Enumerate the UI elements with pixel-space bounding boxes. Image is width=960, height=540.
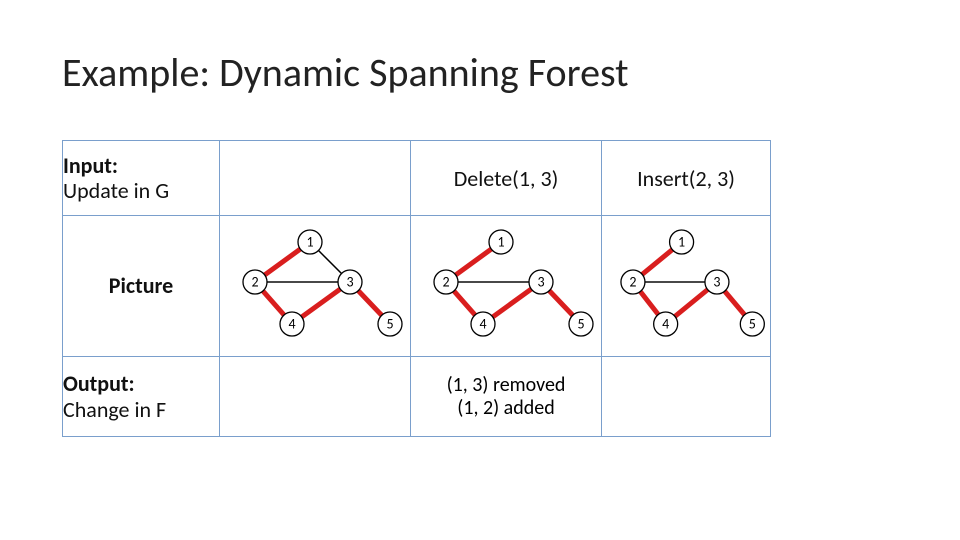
cell-op-delete: Delete(1, 3) — [411, 141, 602, 216]
svg-text:3: 3 — [537, 274, 544, 291]
graph-initial: 1 2 3 4 5 — [220, 216, 410, 356]
cell-output-delete: (1, 3) removed (1, 2) added — [411, 357, 602, 437]
input-label-bold: Input: — [63, 152, 118, 179]
cell-input-header: Input: Update in G — [63, 141, 220, 216]
output-label-bold: Output: — [63, 370, 135, 397]
svg-text:3: 3 — [713, 274, 720, 291]
svg-text:5: 5 — [577, 316, 584, 333]
input-label-sub: Update in G — [63, 177, 169, 204]
cell-output-blank-1 — [220, 357, 411, 437]
cell-op-insert: Insert(2, 3) — [602, 141, 771, 216]
graph-after-insert: 1 2 3 4 5 — [602, 216, 770, 356]
svg-text:2: 2 — [251, 274, 258, 291]
svg-text:1: 1 — [497, 234, 504, 251]
cell-picture-label: Picture — [63, 216, 220, 357]
svg-text:2: 2 — [629, 274, 636, 291]
svg-text:4: 4 — [288, 316, 295, 333]
svg-text:5: 5 — [386, 316, 393, 333]
svg-text:2: 2 — [442, 274, 449, 291]
page-title: Example: Dynamic Spanning Forest — [62, 48, 629, 97]
output-line-2: (1, 2) added — [457, 396, 555, 420]
graph-after-delete: 1 2 3 4 5 — [411, 216, 601, 356]
cell-graph-2: 1 2 3 4 5 — [602, 216, 771, 357]
cell-output-header: Output: Change in F — [63, 357, 220, 437]
output-line-1: (1, 3) removed — [447, 373, 566, 397]
cell-graph-0: 1 2 3 4 5 — [220, 216, 411, 357]
svg-text:1: 1 — [678, 234, 685, 251]
svg-text:5: 5 — [749, 316, 756, 333]
svg-text:1: 1 — [306, 234, 313, 251]
svg-text:4: 4 — [662, 316, 669, 333]
cell-graph-1: 1 2 3 4 5 — [411, 216, 602, 357]
svg-text:4: 4 — [479, 316, 486, 333]
output-label-sub: Change in F — [63, 396, 166, 423]
example-table: Input: Update in G Delete(1, 3) Insert(2… — [62, 140, 771, 437]
cell-op-blank — [220, 141, 411, 216]
svg-text:3: 3 — [346, 274, 353, 291]
cell-output-blank-2 — [602, 357, 771, 437]
